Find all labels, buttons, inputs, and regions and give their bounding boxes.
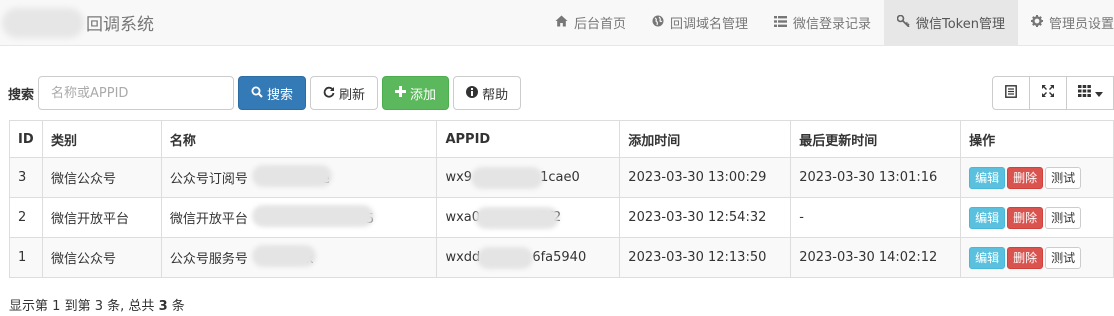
column-header-name[interactable]: 名称 [160, 120, 438, 158]
delete-button[interactable]: 删除 [1007, 166, 1044, 189]
redaction-mask [251, 165, 332, 187]
cell-updated-time: - [790, 197, 962, 238]
cell-category: 微信公众号 [41, 237, 162, 278]
cell-name: 微信开放平台5 [160, 197, 438, 238]
fullscreen-icon [1042, 85, 1054, 101]
view-toggle-group [992, 76, 1114, 110]
brand[interactable]: 回调系统 [0, 0, 154, 45]
table-row: 3 微信公众号 公众号订阅号e wx91cae0 2023-03-30 13:0… [9, 157, 1114, 198]
nav-item-wechat-login-log[interactable]: 微信登录记录 [761, 0, 884, 45]
table-row: 2 微信开放平台 微信开放平台5 wxa02f2 2023-03-30 12:5… [9, 197, 1114, 238]
cell-id: 2 [9, 197, 43, 238]
table-header-row: ID 类别 名称 APPID 添加时间 最后更新时间 操作 [9, 120, 1114, 158]
cell-category: 微信开放平台 [41, 197, 162, 238]
globe-icon [652, 15, 664, 30]
nav-label: 后台首页 [573, 17, 626, 32]
delete-button[interactable]: 删除 [1007, 206, 1044, 229]
appid-text: wxdd 6fa5940 [445, 247, 586, 269]
nav-label: 回调域名管理 [669, 17, 748, 32]
cell-appid: wx9 1cae0 [436, 157, 621, 198]
nav-item-callback-domain[interactable]: 回调域名管理 [639, 0, 761, 45]
cell-actions: 编辑 删除 测试 [960, 157, 1114, 198]
nav-label: 管理员设置 [1048, 17, 1114, 32]
cell-added-time: 2023-03-30 13:00:29 [619, 157, 792, 198]
column-header-added-time[interactable]: 添加时间 [619, 120, 792, 158]
cell-id: 3 [9, 157, 43, 198]
pagination-info: 显示第 1 到第 3 条, 总共 3 条 [9, 299, 185, 314]
column-header-category[interactable]: 类别 [41, 120, 162, 158]
cell-updated-time: 2023-03-30 13:01:16 [790, 157, 962, 198]
redaction-mask [471, 167, 544, 189]
column-header-appid[interactable]: APPID [436, 120, 621, 158]
info-icon [466, 85, 479, 101]
list-icon [773, 15, 787, 30]
column-header-updated-time[interactable]: 最后更新时间 [790, 120, 962, 158]
refresh-icon [323, 86, 335, 101]
edit-button[interactable]: 编辑 [969, 246, 1006, 269]
gear-icon [1030, 15, 1043, 30]
edit-button[interactable]: 编辑 [969, 206, 1006, 229]
top-navbar: 回调系统 后台首页 回调域名管理 微信登录记录 微信Token管理 管理员设置 [0, 0, 1114, 46]
search-icon [251, 86, 263, 101]
columns-icon [1077, 85, 1091, 101]
nav-label: 微信Token管理 [915, 17, 1005, 32]
cell-category: 微信公众号 [41, 157, 162, 198]
search-button-label: 搜索 [267, 87, 294, 103]
cell-actions: 编辑 删除 测试 [960, 197, 1114, 238]
list-view-button[interactable] [992, 76, 1030, 110]
toolbar: 搜索 搜索 刷新 添加 帮助 [8, 76, 522, 110]
cell-updated-time: 2023-03-30 14:02:12 [790, 237, 962, 278]
add-button-label: 添加 [410, 87, 437, 103]
appid-text: wx9 1cae0 [445, 167, 580, 189]
token-table: ID 类别 名称 APPID 添加时间 最后更新时间 操作 3 微信公众号 公众… [9, 120, 1114, 278]
cell-name: 公众号服务号x [160, 237, 438, 278]
search-button[interactable]: 搜索 [238, 76, 307, 110]
test-button[interactable]: 测试 [1045, 206, 1082, 229]
search-input[interactable] [38, 76, 235, 110]
column-header-actions: 操作 [960, 120, 1114, 158]
help-button[interactable]: 帮助 [453, 76, 522, 110]
delete-button[interactable]: 删除 [1007, 246, 1044, 269]
refresh-button-label: 刷新 [339, 87, 366, 103]
main-nav: 后台首页 回调域名管理 微信登录记录 微信Token管理 管理员设置 [542, 0, 1114, 45]
appid-text: wxa02f2 [445, 207, 561, 229]
search-label: 搜索 [8, 87, 35, 103]
nav-label: 微信登录记录 [792, 17, 871, 32]
table-row: 1 微信公众号 公众号服务号x wxdd6fa5940 2023-03-30 1… [9, 237, 1114, 278]
caret-down-icon [1094, 86, 1103, 101]
help-button-label: 帮助 [482, 87, 509, 103]
fullscreen-button[interactable] [1029, 76, 1067, 110]
add-button[interactable]: 添加 [382, 76, 450, 110]
cell-appid: wxdd 6fa5940 [436, 237, 621, 278]
name-text: 公众号服务号x [170, 245, 316, 267]
cell-id: 1 [9, 237, 43, 278]
cell-actions: 编辑 删除 测试 [960, 237, 1114, 278]
nav-item-wechat-token[interactable]: 微信Token管理 [883, 0, 1018, 45]
redaction-mask [475, 207, 560, 229]
cell-added-time: 2023-03-30 12:13:50 [619, 237, 792, 278]
column-header-id[interactable]: ID [9, 120, 43, 158]
redacted-logo [2, 7, 84, 38]
home-icon [555, 15, 568, 30]
cell-added-time: 2023-03-30 12:54:32 [619, 197, 792, 238]
refresh-button[interactable]: 刷新 [310, 76, 379, 110]
plus-icon [395, 86, 407, 100]
cell-name: 公众号订阅号e [160, 157, 438, 198]
redaction-mask [477, 247, 534, 269]
cell-appid: wxa02f2 [436, 197, 621, 238]
nav-item-admin-settings[interactable]: 管理员设置 [1018, 0, 1114, 45]
key-icon [896, 14, 910, 30]
edit-button[interactable]: 编辑 [969, 166, 1006, 189]
redaction-mask [251, 205, 374, 227]
brand-title: 回调系统 [86, 15, 154, 35]
redaction-mask [251, 245, 316, 267]
test-button[interactable]: 测试 [1045, 246, 1082, 269]
name-text: 微信开放平台5 [170, 205, 374, 227]
name-text: 公众号订阅号e [170, 165, 332, 187]
columns-dropdown-button[interactable] [1066, 76, 1114, 110]
nav-item-home[interactable]: 后台首页 [542, 0, 639, 45]
list-view-icon [1005, 84, 1017, 102]
test-button[interactable]: 测试 [1045, 166, 1082, 189]
